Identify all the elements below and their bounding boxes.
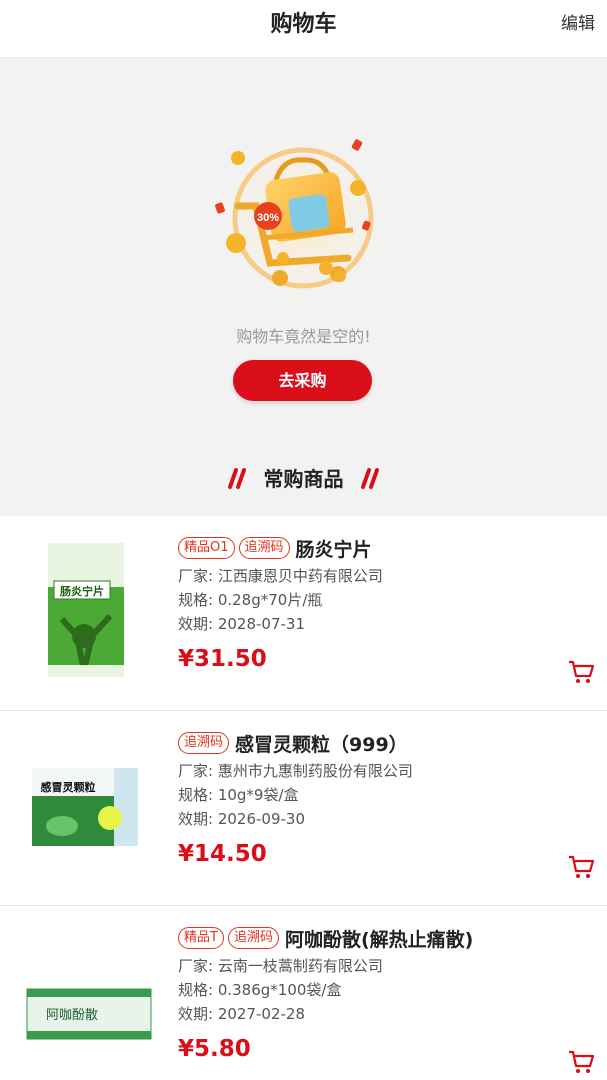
tag-traceable: 追溯码: [227, 927, 279, 949]
edit-button[interactable]: 编辑: [561, 9, 595, 34]
product-info: 追溯码 感冒灵颗粒（999） 厂家: 惠州市九惠制药股份有限公司 规格: 10g…: [178, 729, 557, 867]
product-info: 精品T 追溯码 阿咖酚散(解热止痛散) 厂家: 云南一枝蒿制药有限公司 规格: …: [178, 924, 557, 1062]
discount-badge: 30%: [257, 212, 279, 224]
product-box-text: 感冒灵颗粒: [41, 780, 96, 794]
product-price: ¥5.80: [178, 1036, 251, 1062]
product-manufacturer: 厂家: 江西康恩贝中药有限公司: [178, 567, 383, 585]
product-image: 肠炎宁片: [48, 543, 124, 677]
product-card[interactable]: 肠炎宁片 精品O1 追溯码 肠炎宁片 厂家: 江西康恩贝中药有限公司 规格: 0…: [0, 516, 607, 711]
product-card[interactable]: 感冒灵颗粒 追溯码 感冒灵颗粒（999） 厂家: 惠州市九惠制药股份有限公司 规…: [0, 711, 607, 906]
product-name[interactable]: 阿咖酚散(解热止痛散): [285, 925, 473, 952]
product-expiry: 效期: 2027-02-28: [178, 1005, 305, 1023]
tag-traceable: 追溯码: [238, 537, 290, 559]
add-to-cart-icon[interactable]: [567, 658, 595, 686]
product-manufacturer: 厂家: 惠州市九惠制药股份有限公司: [178, 762, 413, 780]
tag-traceable: 追溯码: [178, 732, 230, 754]
product-expiry: 效期: 2028-07-31: [178, 615, 305, 633]
empty-cart-message: 购物车竟然是空的!: [236, 327, 371, 346]
product-price: ¥14.50: [178, 841, 267, 867]
top-bar: 购物车 编辑: [0, 0, 607, 58]
section-title: 常购商品: [263, 467, 344, 491]
left-slash-decoration: [228, 467, 247, 489]
section-header: 常购商品: [0, 463, 607, 492]
add-to-cart-icon[interactable]: [567, 1048, 595, 1076]
product-image: 阿咖酚散: [26, 988, 152, 1040]
product-spec: 规格: 10g*9袋/盒: [178, 786, 299, 804]
product-name[interactable]: 肠炎宁片: [296, 535, 372, 562]
product-name[interactable]: 感冒灵颗粒（999）: [235, 730, 408, 757]
product-card[interactable]: 阿咖酚散 精品T 追溯码 阿咖酚散(解热止痛散) 厂家: 云南一枝蒿制药有限公司…: [0, 906, 607, 1080]
product-box-text: 肠炎宁片: [60, 584, 104, 598]
product-image: 感冒灵颗粒: [32, 768, 138, 846]
product-spec: 规格: 0.28g*70片/瓶: [178, 591, 323, 609]
tag-premium: 精品O1: [178, 537, 235, 559]
product-manufacturer: 厂家: 云南一枝蒿制药有限公司: [178, 957, 383, 975]
page-title: 购物车: [270, 12, 337, 37]
add-to-cart-icon[interactable]: [567, 853, 595, 881]
go-shopping-button[interactable]: 去采购: [233, 360, 372, 401]
empty-cart-panel: 30% 购物车竟然是空的! 去采购 常购商品: [0, 58, 607, 516]
right-slash-decoration: [360, 467, 379, 489]
empty-cart-illustration: 30%: [208, 123, 398, 313]
product-box-text: 阿咖酚散: [46, 1008, 98, 1023]
product-expiry: 效期: 2026-09-30: [178, 810, 305, 828]
product-spec: 规格: 0.386g*100袋/盒: [178, 981, 342, 999]
tag-premium: 精品T: [178, 927, 224, 949]
product-price: ¥31.50: [178, 646, 267, 672]
product-info: 精品O1 追溯码 肠炎宁片 厂家: 江西康恩贝中药有限公司 规格: 0.28g*…: [178, 534, 557, 672]
